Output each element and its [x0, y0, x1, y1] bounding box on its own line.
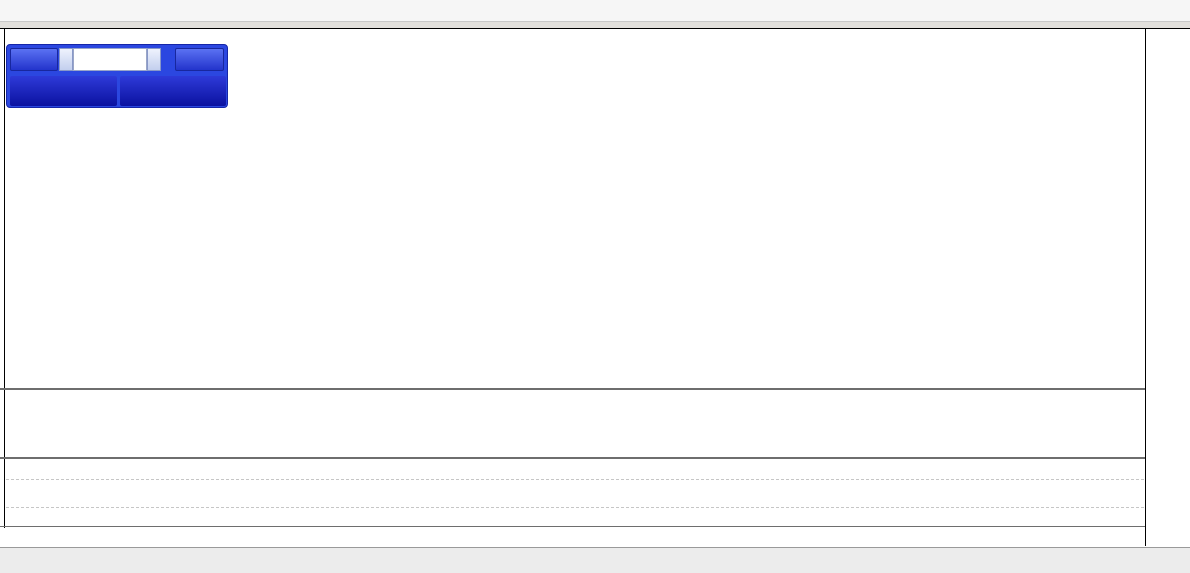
- macd-panel-separator[interactable]: [0, 388, 1190, 390]
- date-axis-separator: [0, 526, 1190, 527]
- date-axis[interactable]: [0, 528, 1145, 546]
- macd-label: [9, 393, 15, 405]
- rsi-panel-separator[interactable]: [0, 457, 1190, 459]
- ask-price-display[interactable]: [120, 76, 226, 106]
- volume-increase-button[interactable]: [147, 48, 161, 71]
- rsi-level-30: [6, 507, 1144, 508]
- sell-button[interactable]: [10, 48, 58, 71]
- mt4-window: [0, 0, 1190, 573]
- volume-decrease-button[interactable]: [59, 48, 73, 71]
- chart-tab-bar: [0, 547, 1190, 573]
- rsi-level-70: [6, 479, 1144, 480]
- one-click-trading-panel: [6, 44, 228, 108]
- buy-button[interactable]: [175, 48, 224, 71]
- chart-left-border: [4, 28, 5, 546]
- rsi-label: [9, 462, 12, 474]
- price-axis[interactable]: [1145, 29, 1190, 546]
- bid-price-display[interactable]: [10, 76, 117, 106]
- volume-input[interactable]: [73, 48, 147, 71]
